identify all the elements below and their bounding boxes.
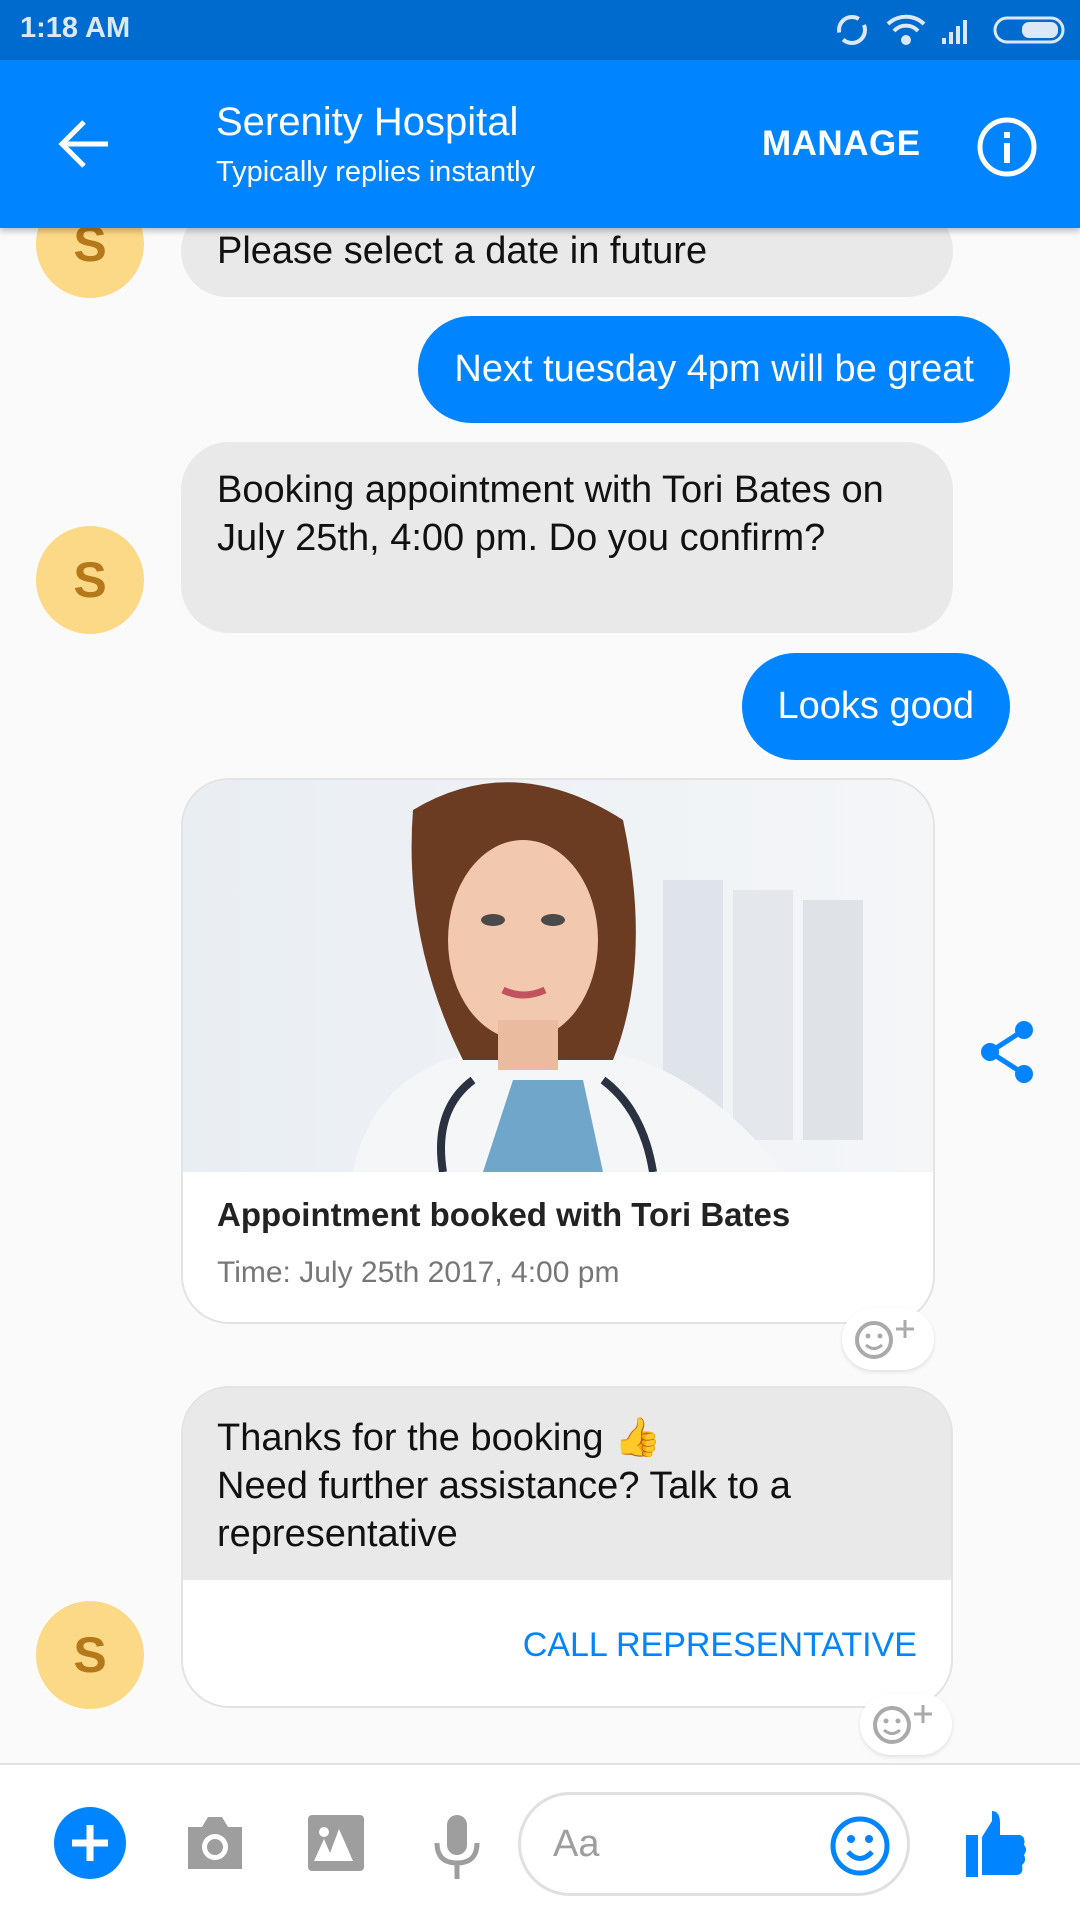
- avatar: S: [36, 526, 144, 634]
- chat-header: Serenity Hospital Typically replies inst…: [0, 60, 1080, 228]
- chat-title: Serenity Hospital: [216, 100, 519, 144]
- wifi-icon: [886, 14, 926, 45]
- plus-icon[interactable]: [54, 1807, 126, 1879]
- battery-icon: [993, 16, 1065, 44]
- status-time: 1:18 AM: [20, 12, 131, 44]
- manage-button[interactable]: MANAGE: [762, 124, 921, 164]
- message-bubble-bot: Booking appointment with Tori Bates on J…: [181, 442, 953, 633]
- appointment-card[interactable]: Appointment booked with Tori Bates Time:…: [181, 778, 935, 1324]
- message-with-button: Thanks for the booking 👍 Need further as…: [181, 1386, 953, 1708]
- card-title: Appointment booked with Tori Bates: [217, 1196, 791, 1233]
- status-icons: [837, 14, 1065, 45]
- status-bar: 1:18 AM: [0, 0, 1080, 60]
- message-line-2: Need further assistance? Talk to a repre…: [217, 1465, 791, 1555]
- signal-icon: [942, 20, 967, 44]
- doctor-photo: [183, 780, 933, 1172]
- back-arrow-icon[interactable]: [56, 118, 112, 170]
- camera-icon[interactable]: [184, 1813, 246, 1871]
- card-subtitle: Time: July 25th 2017, 4:00 pm: [217, 1256, 620, 1289]
- emoji-icon[interactable]: [829, 1815, 891, 1877]
- thumbs-up-icon[interactable]: [962, 1809, 1028, 1879]
- thumbs-up-emoji: 👍: [614, 1417, 662, 1459]
- microphone-icon[interactable]: [434, 1815, 480, 1879]
- message-bubble-user: Next tuesday 4pm will be great: [418, 316, 1010, 423]
- sync-icon: [837, 15, 867, 45]
- message-text: Thanks for the booking 👍 Need further as…: [183, 1388, 951, 1580]
- call-representative-button[interactable]: CALL REPRESENTATIVE: [183, 1580, 951, 1665]
- message-line-1: Thanks for the booking: [217, 1417, 604, 1459]
- composer-bar: Aa: [0, 1763, 1080, 1920]
- add-reaction-button[interactable]: [860, 1693, 952, 1755]
- chat-subtitle: Typically replies instantly: [216, 156, 536, 188]
- avatar: S: [36, 1601, 144, 1709]
- message-bubble-user: Looks good: [741, 653, 1010, 760]
- info-icon[interactable]: [976, 116, 1038, 178]
- add-reaction-button[interactable]: [842, 1308, 934, 1370]
- smiley-plus-icon: [873, 1705, 932, 1744]
- smiley-plus-icon: [855, 1320, 914, 1359]
- message-input[interactable]: Aa: [518, 1792, 910, 1896]
- message-input-placeholder: Aa: [553, 1823, 600, 1865]
- image-icon[interactable]: [308, 1815, 364, 1873]
- share-icon[interactable]: [978, 1020, 1038, 1084]
